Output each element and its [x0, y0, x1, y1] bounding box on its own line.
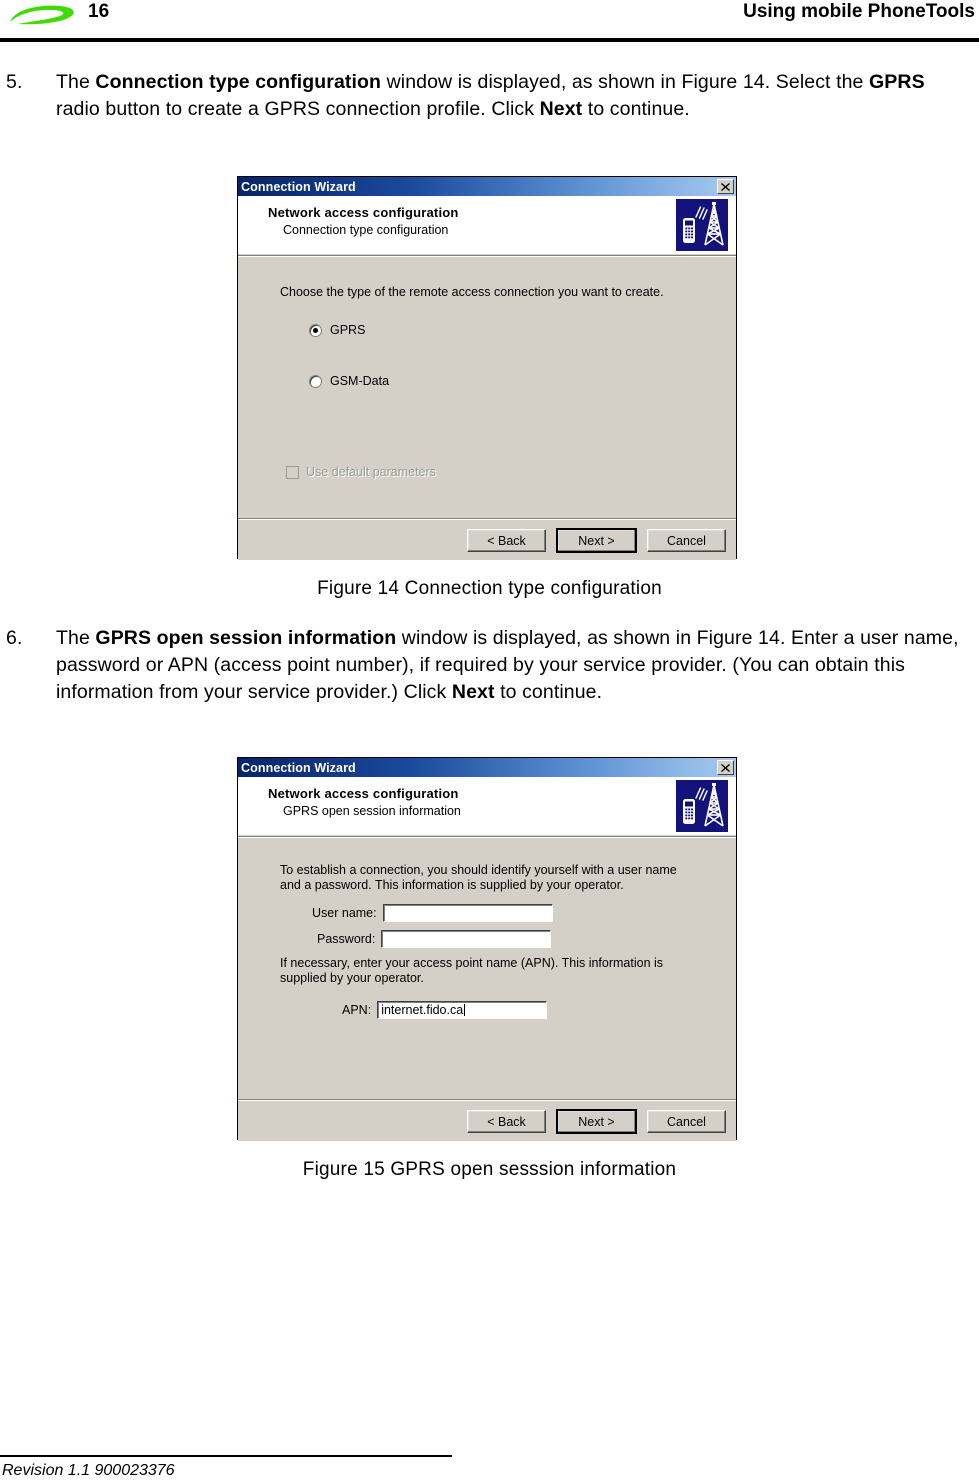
radio-gprs-label: GPRS — [330, 323, 366, 337]
footer-divider — [0, 1455, 452, 1457]
text-caret — [464, 1004, 466, 1016]
checkbox-icon — [286, 465, 299, 479]
step-5-text: The Connection type configuration window… — [56, 71, 925, 120]
next-button[interactable]: Next > — [556, 1109, 637, 1134]
step-5-number: 5. — [6, 71, 23, 93]
apn-label: APN: — [342, 1003, 372, 1017]
dialog2-credentials-text: To establish a connection, you should id… — [280, 863, 677, 892]
page-header: 16 Using mobile PhoneTools — [0, 0, 979, 42]
dialog2-footer: < Back Next > Cancel — [238, 1101, 736, 1141]
dialog2-header-subtitle: GPRS open session information — [283, 804, 461, 818]
dialog1-body: Choose the type of the remote access con… — [238, 257, 736, 518]
dialog1-header-subtitle: Connection type configuration — [283, 223, 449, 237]
radio-option-gsm-data[interactable]: GSM-Data — [309, 374, 389, 388]
dialog1-titlebar[interactable]: Connection Wizard — [238, 177, 736, 196]
checkbox-use-default-parameters: Use default parameters — [286, 465, 436, 479]
header-divider — [0, 38, 979, 42]
radio-option-gprs[interactable]: GPRS — [309, 323, 365, 337]
page-header-title: Using mobile PhoneTools — [743, 1, 975, 22]
connection-wizard-dialog-2: Connection Wizard Network access configu… — [237, 757, 737, 1141]
dialog2-apn-text: If necessary, enter your access point na… — [280, 956, 664, 985]
cancel-button[interactable]: Cancel — [647, 1110, 726, 1133]
username-input[interactable] — [382, 904, 553, 922]
dialog2-button-row: < Back Next > Cancel — [467, 1109, 726, 1134]
close-icon[interactable] — [717, 179, 734, 194]
step-5: 5. The Connection type configuration win… — [6, 69, 972, 123]
back-button[interactable]: < Back — [467, 1110, 546, 1133]
dialog2-body: To establish a connection, you should id… — [238, 838, 736, 1099]
page-number: 16 — [88, 1, 110, 22]
dialog1-header-title: Network access configuration — [268, 205, 459, 220]
step-6-number: 6. — [6, 627, 23, 649]
cancel-button[interactable]: Cancel — [647, 529, 726, 552]
dialog2-titlebar[interactable]: Connection Wizard — [238, 758, 736, 777]
phone-tower-icon — [676, 780, 728, 832]
apn-input[interactable]: internet.fido.ca — [377, 1001, 548, 1019]
step-6-text: The GPRS open session information window… — [56, 627, 959, 703]
figure-14-caption: Figure 14 Connection type configuration — [317, 578, 662, 599]
checkbox-use-default-parameters-label: Use default parameters — [306, 465, 436, 479]
radio-gprs-icon[interactable] — [309, 323, 322, 337]
phone-tower-icon — [676, 199, 728, 251]
password-field-row: Password: — [317, 930, 552, 948]
step-6: 6. The GPRS open session information win… — [6, 625, 972, 706]
dialog2-header-title: Network access configuration — [268, 786, 459, 801]
next-button[interactable]: Next > — [556, 528, 637, 553]
close-icon[interactable] — [717, 760, 734, 775]
connection-wizard-dialog-1: Connection Wizard Network access configu… — [237, 176, 737, 560]
password-input[interactable] — [381, 930, 552, 948]
dialog1-header: Network access configuration Connection … — [238, 196, 736, 255]
dialog1-button-row: < Back Next > Cancel — [467, 528, 726, 553]
apn-field-row: APN: internet.fido.ca — [342, 1001, 548, 1019]
dialog2-title: Connection Wizard — [241, 760, 356, 775]
dialog1-title: Connection Wizard — [241, 179, 356, 194]
back-button[interactable]: < Back — [467, 529, 546, 552]
figure-15-caption: Figure 15 GPRS open sesssion information — [302, 1159, 677, 1180]
username-label: User name: — [312, 906, 377, 920]
apn-input-value: internet.fido.ca — [381, 1003, 464, 1017]
dialog2-header: Network access configuration GPRS open s… — [238, 777, 736, 836]
green-swoosh-logo-icon — [8, 2, 80, 28]
radio-gsm-data-icon[interactable] — [309, 374, 322, 388]
radio-gsm-data-label: GSM-Data — [330, 374, 390, 388]
dialog1-intro-text: Choose the type of the remote access con… — [280, 285, 664, 299]
username-field-row: User name: — [312, 904, 553, 922]
dialog1-footer: < Back Next > Cancel — [238, 520, 736, 560]
password-label: Password: — [317, 932, 376, 946]
page-footer-text: Revision 1.1 900023376 — [2, 1462, 175, 1479]
